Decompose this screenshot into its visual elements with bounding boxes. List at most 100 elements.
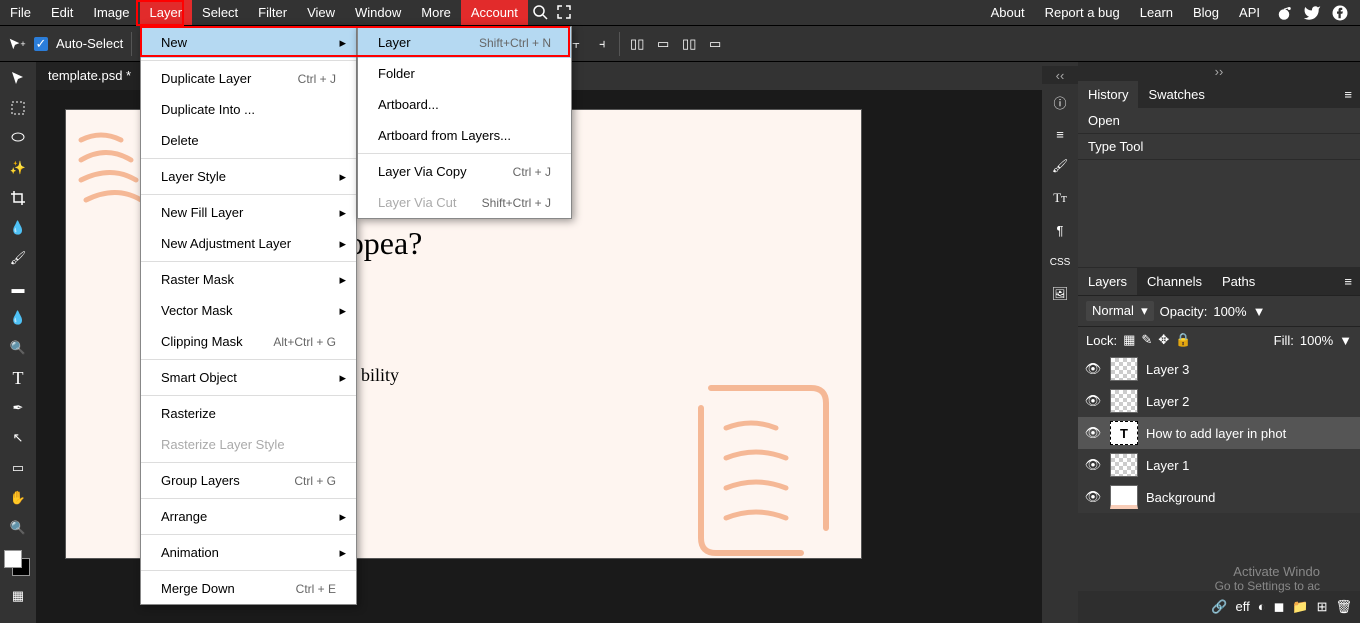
menu-account[interactable]: Account (461, 0, 528, 25)
panel-collapse-arrows[interactable]: ›› (1078, 62, 1360, 80)
link-api[interactable]: API (1231, 0, 1268, 25)
paragraph-panel-icon[interactable]: ¶ (1045, 216, 1075, 244)
menu-view[interactable]: View (297, 0, 345, 25)
fill-dropdown-icon[interactable]: ▼ (1339, 333, 1352, 348)
search-icon[interactable] (528, 0, 552, 24)
submenu-item-artboard-from-layers-[interactable]: Artboard from Layers... (358, 120, 571, 151)
menu-item-delete[interactable]: Delete (141, 125, 356, 156)
layer-thumbnail[interactable] (1110, 453, 1138, 477)
dodge-tool[interactable]: 🔍 (4, 336, 32, 360)
layer-row[interactable]: 👁 T How to add layer in phot (1078, 417, 1360, 449)
distribute-icon[interactable]: ▯▯ (680, 35, 698, 53)
adjustments-panel-icon[interactable]: ≡ (1045, 120, 1075, 148)
rect-select-tool[interactable] (4, 96, 32, 120)
link-about[interactable]: About (983, 0, 1033, 25)
visibility-toggle-icon[interactable]: 👁 (1084, 361, 1102, 377)
opacity-dropdown-icon[interactable]: ▼ (1253, 304, 1266, 319)
menu-item-duplicate-into-[interactable]: Duplicate Into ... (141, 94, 356, 125)
layer-row[interactable]: 👁 Background (1078, 481, 1360, 513)
lasso-tool[interactable] (4, 126, 32, 150)
clone-tool[interactable]: ▬ (4, 276, 32, 300)
menu-file[interactable]: File (0, 0, 41, 25)
character-panel-icon[interactable]: Tт (1045, 184, 1075, 212)
tab-history[interactable]: History (1078, 81, 1138, 108)
lock-paint-icon[interactable]: ✎ (1141, 332, 1152, 348)
folder-icon[interactable]: 📁 (1292, 599, 1308, 615)
submenu-item-layer-via-copy[interactable]: Layer Via CopyCtrl + J (358, 156, 571, 187)
lock-trans-icon[interactable]: ▦ (1123, 332, 1135, 348)
menu-item-new-adjustment-layer[interactable]: New Adjustment Layer▸ (141, 228, 356, 259)
menu-item-new[interactable]: New▸ (141, 27, 356, 58)
layer-name[interactable]: Layer 3 (1146, 362, 1189, 377)
menu-item-raster-mask[interactable]: Raster Mask▸ (141, 264, 356, 295)
hand-tool[interactable]: ✋ (4, 486, 32, 510)
link-layers-icon[interactable]: 🔗 (1211, 599, 1227, 615)
menu-item-arrange[interactable]: Arrange▸ (141, 501, 356, 532)
blend-mode-select[interactable]: Normal ▾ (1086, 301, 1154, 321)
pen-tool[interactable]: ✒ (4, 396, 32, 420)
brush-tool[interactable]: 🖌 (4, 246, 32, 270)
history-item[interactable]: Type Tool (1078, 134, 1360, 160)
layer-name[interactable]: Layer 1 (1146, 458, 1189, 473)
image-panel-icon[interactable]: 🖼 (1045, 280, 1075, 308)
layer-name[interactable]: Layer 2 (1146, 394, 1189, 409)
visibility-toggle-icon[interactable]: 👁 (1084, 425, 1102, 441)
shape-tool[interactable]: ▭ (4, 456, 32, 480)
move-tool[interactable] (4, 66, 32, 90)
history-item[interactable]: Open (1078, 108, 1360, 134)
submenu-item-artboard-[interactable]: Artboard... (358, 89, 571, 120)
align-bottom-icon[interactable]: ⫞ (593, 35, 611, 53)
distribute-h-icon[interactable]: ▯▯ (628, 35, 646, 53)
info-panel-icon[interactable]: ⓘ (1045, 88, 1075, 116)
distribute-v-icon[interactable]: ▭ (654, 35, 672, 53)
fullscreen-icon[interactable] (552, 0, 576, 24)
panel-menu-icon[interactable]: ≡ (1336, 87, 1360, 102)
brush-panel-icon[interactable]: 🖌 (1045, 152, 1075, 180)
layer-name[interactable]: Background (1146, 490, 1215, 505)
layer-thumbnail[interactable] (1110, 485, 1138, 509)
menu-item-smart-object[interactable]: Smart Object▸ (141, 362, 356, 393)
fx-icon[interactable]: eff (1236, 599, 1250, 615)
layer-row[interactable]: 👁 Layer 3 (1078, 353, 1360, 385)
fill-value[interactable]: 100% (1300, 333, 1333, 348)
menu-filter[interactable]: Filter (248, 0, 297, 25)
submenu-item-layer-via-cut[interactable]: Layer Via CutShift+Ctrl + J (358, 187, 571, 218)
layer-thumbnail[interactable]: T (1110, 421, 1138, 445)
twitter-icon[interactable] (1300, 1, 1324, 25)
layer-thumbnail[interactable] (1110, 389, 1138, 413)
menu-edit[interactable]: Edit (41, 0, 83, 25)
delete-layer-icon[interactable]: 🗑 (1335, 599, 1352, 615)
reddit-icon[interactable] (1272, 1, 1296, 25)
zoom-tool[interactable]: 🔍 (4, 516, 32, 540)
menu-item-vector-mask[interactable]: Vector Mask▸ (141, 295, 356, 326)
magic-wand-tool[interactable]: ✨ (4, 156, 32, 180)
menu-item-animation[interactable]: Animation▸ (141, 537, 356, 568)
panel-menu-icon[interactable]: ≡ (1336, 274, 1360, 289)
layer-thumbnail[interactable] (1110, 357, 1138, 381)
distribute-icon2[interactable]: ▭ (706, 35, 724, 53)
layer-row[interactable]: 👁 Layer 1 (1078, 449, 1360, 481)
link-learn[interactable]: Learn (1132, 0, 1181, 25)
menu-more[interactable]: More (411, 0, 461, 25)
document-tab[interactable]: template.psd * (36, 62, 144, 90)
layer-name[interactable]: How to add layer in phot (1146, 426, 1286, 441)
mask-icon[interactable]: ◐ (1258, 599, 1266, 615)
tab-paths[interactable]: Paths (1212, 268, 1265, 295)
menu-select[interactable]: Select (192, 0, 248, 25)
visibility-toggle-icon[interactable]: 👁 (1084, 457, 1102, 473)
panel-collapse-arrows[interactable]: ‹‹ (1042, 66, 1078, 84)
menu-item-group-layers[interactable]: Group LayersCtrl + G (141, 465, 356, 496)
layer-row[interactable]: 👁Layer 2 (1078, 385, 1360, 417)
lock-move-icon[interactable]: ✥ (1158, 332, 1169, 348)
menu-item-new-fill-layer[interactable]: New Fill Layer▸ (141, 197, 356, 228)
tab-channels[interactable]: Channels (1137, 268, 1212, 295)
submenu-item-layer[interactable]: LayerShift+Ctrl + N (358, 27, 571, 58)
css-panel-icon[interactable]: CSS (1045, 248, 1075, 276)
color-swatches[interactable] (4, 550, 32, 578)
tab-layers[interactable]: Layers (1078, 268, 1137, 295)
menu-window[interactable]: Window (345, 0, 411, 25)
menu-item-merge-down[interactable]: Merge DownCtrl + E (141, 573, 356, 604)
visibility-toggle-icon[interactable]: 👁 (1084, 489, 1102, 505)
opacity-value[interactable]: 100% (1213, 304, 1246, 319)
lock-all-icon[interactable]: 🔒 (1175, 332, 1191, 348)
